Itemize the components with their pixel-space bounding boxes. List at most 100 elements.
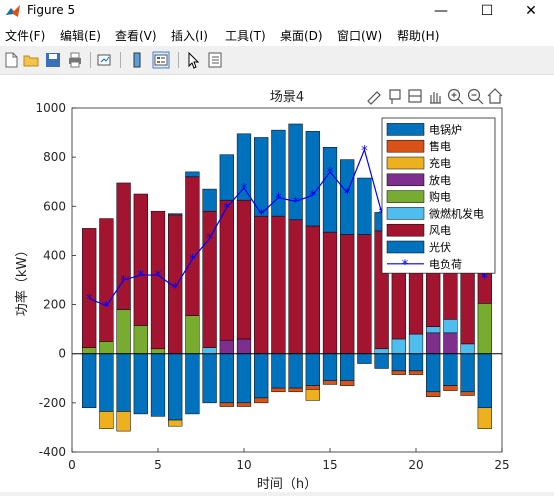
bar-segment [357,353,372,364]
new-figure-icon[interactable] [2,51,20,69]
bar-segment [185,315,200,354]
bar-segment [460,353,475,393]
data-tips-icon[interactable] [389,89,401,104]
y-tick-label: 1000 [35,101,66,115]
title-bar: Figure 5 — ☐ ✕ [0,0,554,22]
pan-icon[interactable] [430,92,441,104]
pointer-icon[interactable] [184,51,202,69]
menu-help[interactable]: 帮助(H) [397,27,439,44]
menu-tools[interactable]: 工具(T) [225,27,266,44]
bar-segment [477,303,492,354]
menu-window[interactable]: 窗口(W) [337,27,382,44]
load-marker: * [155,269,162,284]
bar-segment [408,370,424,375]
bar-segment [305,353,320,386]
bar-segment [391,338,406,354]
minimize-button[interactable]: — [418,0,464,22]
x-tick-label: 25 [494,458,509,472]
load-marker: * [361,144,368,159]
load-marker: * [86,292,93,307]
bar-segment [236,338,252,354]
bar-segment [357,177,372,235]
load-marker: * [103,300,110,315]
legend-icon[interactable] [152,51,170,69]
matlab-icon [6,5,20,17]
menu-edit[interactable]: 编辑(E) [60,27,101,44]
legend-swatch [386,156,425,170]
menu-insert[interactable]: 插入(I) [171,27,208,44]
toolbar [0,46,554,75]
bar-segment [340,234,355,354]
menu-bar: 文件(F) 编辑(E) 查看(V) 插入(I) 工具(T) 桌面(D) 窗口(W… [0,22,554,46]
bar-segment [150,348,166,354]
bar-segment [305,131,320,227]
bar-segment [185,176,200,316]
bar-segment [150,353,166,417]
y-axis-label: 功率（kW） [14,244,30,316]
bar-segment [219,402,234,407]
open-file-icon[interactable] [22,51,40,69]
bar-segment [133,193,148,326]
bar-segment [322,353,338,381]
bar-segment [219,154,234,201]
bar-segment [202,353,217,404]
menu-view[interactable]: 查看(V) [115,27,157,44]
legend-swatch [386,240,425,254]
bar-segment [133,353,148,415]
bar-segment [357,234,372,354]
bar-segment [288,387,303,393]
bar-segment [202,347,217,354]
bar-segment [443,319,458,334]
bar-segment [116,411,131,432]
bar-segment [271,387,286,393]
bar-segment [116,353,131,412]
legend-swatch [386,207,425,220]
bar-segment [391,370,406,375]
menu-desktop[interactable]: 桌面(D) [280,27,323,44]
y-tick-label: 600 [43,199,66,213]
legend-label: 风电 [429,224,451,237]
maximize-button[interactable]: ☐ [464,0,510,22]
load-marker: * [275,192,282,207]
legend-swatch [386,190,425,203]
load-marker: * [344,187,351,202]
load-marker: * [327,166,334,181]
colorbar-icon[interactable] [128,51,146,69]
home-icon[interactable] [487,88,503,104]
bar-segment [236,199,252,340]
bar-segment [426,332,441,354]
brush-icon[interactable] [367,91,381,105]
x-tick-label: 10 [236,458,251,472]
load-marker: * [172,281,179,296]
print-icon[interactable] [66,51,84,69]
bar-segment [408,333,424,354]
close-button[interactable]: ✕ [508,0,554,22]
bar-segment [202,188,217,212]
zoom-in-icon[interactable] [447,88,464,105]
bar-segment [443,385,458,391]
bar-segment [477,353,492,409]
bar-segment [168,419,183,427]
legend-swatch [386,223,425,237]
x-tick-label: 15 [322,458,337,472]
bar-segment [408,353,424,372]
legend-label: 售电 [429,139,451,153]
y-tick-label: 0 [58,347,66,361]
restore-view-icon[interactable] [408,89,422,103]
bar-segment [305,225,320,354]
bar-segment [374,348,389,354]
bar-segment [254,353,269,399]
bar-segment [426,353,441,393]
load-marker: * [482,272,489,287]
save-icon[interactable] [44,51,62,69]
property-inspector-icon[interactable] [206,51,224,69]
legend-marker: * [402,258,409,273]
zoom-out-icon[interactable] [467,88,484,105]
bar-segment [443,332,458,354]
menu-file[interactable]: 文件(F) [5,27,45,44]
link-plot-icon[interactable] [96,51,114,69]
bar-segment [168,213,183,216]
bar-segment [254,215,269,354]
bar-segment [236,353,252,404]
load-marker: * [189,253,196,268]
